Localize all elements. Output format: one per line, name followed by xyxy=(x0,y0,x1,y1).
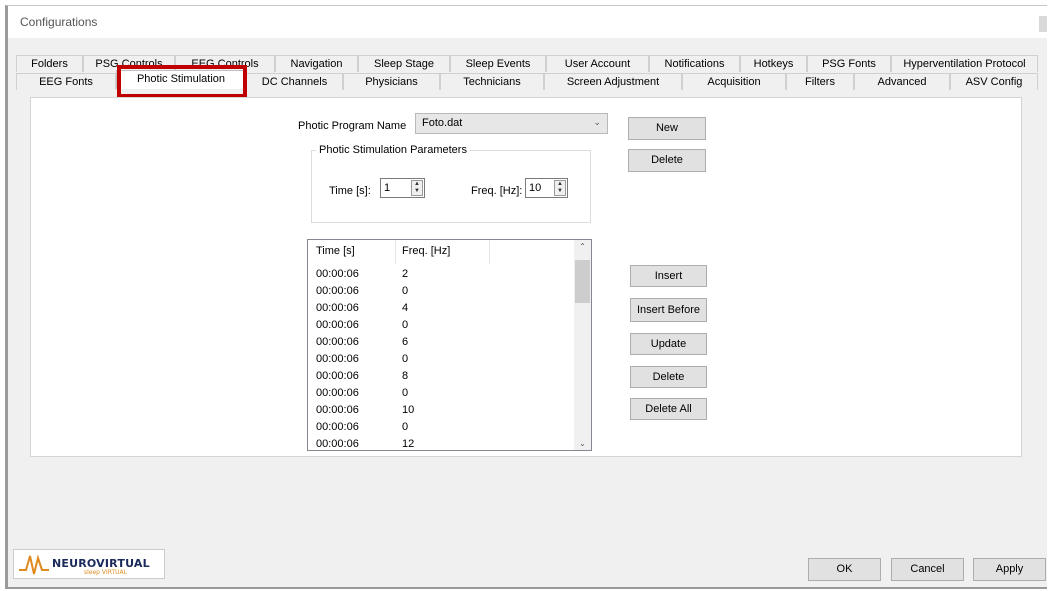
row-time: 00:00:06 xyxy=(316,336,359,348)
photic-steps-list[interactable]: Time [s] Freq. [Hz] 00:00:06 2 00:00:06 0 … xyxy=(307,239,592,451)
tab-physicians[interactable]: Physicians xyxy=(343,73,440,90)
chevron-down-icon: ⌄ xyxy=(593,117,601,127)
row-time: 00:00:06 xyxy=(316,268,359,280)
row-freq: 8 xyxy=(402,370,409,382)
spinner-arrows-icon[interactable]: ▲ ▼ xyxy=(554,180,566,196)
column-header-time[interactable]: Time [s] xyxy=(316,245,355,257)
tab-notifications[interactable]: Notifications xyxy=(649,55,740,72)
freq-label: Freq. [Hz]: xyxy=(471,185,523,197)
tab-filters[interactable]: Filters xyxy=(786,73,854,90)
cancel-button[interactable]: Cancel xyxy=(891,558,964,581)
freq-spinner[interactable]: 10 ▲ ▼ xyxy=(525,178,568,198)
tab-asv-config[interactable]: ASV Config xyxy=(950,73,1038,90)
row-freq: 0 xyxy=(402,387,409,399)
tab-navigation[interactable]: Navigation xyxy=(275,55,358,72)
spinner-arrows-icon[interactable]: ▲ ▼ xyxy=(411,180,423,196)
row-time: 00:00:06 xyxy=(316,387,359,399)
program-name-value: Foto.dat xyxy=(422,117,463,129)
chevron-up-icon[interactable]: ⌃ xyxy=(574,242,591,251)
new-button[interactable]: New xyxy=(628,117,706,140)
neurovirtual-logo: NEUROVIRTUAL sleep VIRTUAL xyxy=(13,549,165,579)
logo-subtitle: sleep VIRTUAL xyxy=(84,569,128,576)
column-divider[interactable] xyxy=(489,240,490,264)
time-spinner[interactable]: 1 ▲ ▼ xyxy=(380,178,425,198)
row-freq: 10 xyxy=(402,404,415,416)
update-button[interactable]: Update xyxy=(630,333,707,355)
row-freq: 12 xyxy=(402,438,415,450)
row-time: 00:00:06 xyxy=(316,285,359,297)
delete-program-button[interactable]: Delete xyxy=(628,149,706,172)
tab-hotkeys[interactable]: Hotkeys xyxy=(740,55,807,72)
tab-user-account[interactable]: User Account xyxy=(546,55,649,72)
row-time: 00:00:06 xyxy=(316,370,359,382)
row-time: 00:00:06 xyxy=(316,302,359,314)
tab-dc-channels[interactable]: DC Channels xyxy=(246,73,343,90)
window-title: Configurations xyxy=(20,15,98,29)
tab-psg-fonts[interactable]: PSG Fonts xyxy=(807,55,891,72)
tab-technicians[interactable]: Technicians xyxy=(440,73,544,90)
active-tab-highlight xyxy=(117,65,247,98)
tab-advanced[interactable]: Advanced xyxy=(854,73,950,90)
delete-all-button[interactable]: Delete All xyxy=(630,398,707,420)
insert-before-button[interactable]: Insert Before xyxy=(630,298,707,322)
photic-parameters-title: Photic Stimulation Parameters xyxy=(316,144,470,156)
close-button[interactable] xyxy=(1039,16,1047,32)
time-value: 1 xyxy=(384,182,391,194)
freq-value: 10 xyxy=(529,182,542,194)
row-time: 00:00:06 xyxy=(316,353,359,365)
row-freq: 0 xyxy=(402,319,409,331)
program-name-label: Photic Program Name xyxy=(298,120,407,132)
column-header-freq[interactable]: Freq. [Hz] xyxy=(402,245,450,257)
time-label: Time [s]: xyxy=(329,185,371,197)
tab-screen-adjustment[interactable]: Screen Adjustment xyxy=(544,73,682,90)
column-divider[interactable] xyxy=(395,240,396,264)
row-freq: 4 xyxy=(402,302,409,314)
tab-acquisition[interactable]: Acquisition xyxy=(682,73,786,90)
row-time: 00:00:06 xyxy=(316,404,359,416)
program-name-select[interactable]: Foto.dat ⌄ xyxy=(415,113,608,134)
chevron-down-icon[interactable]: ⌄ xyxy=(574,439,591,448)
scrollbar-thumb[interactable] xyxy=(575,260,590,303)
row-time: 00:00:06 xyxy=(316,421,359,433)
insert-button[interactable]: Insert xyxy=(630,265,707,287)
delete-row-button[interactable]: Delete xyxy=(630,366,707,388)
title-bar: Configurations xyxy=(8,6,1047,38)
tab-sleep-events[interactable]: Sleep Events xyxy=(450,55,546,72)
row-freq: 0 xyxy=(402,421,409,433)
row-time: 00:00:06 xyxy=(316,438,359,450)
row-freq: 2 xyxy=(402,268,409,280)
tab-hyperventilation-protocol[interactable]: Hyperventilation Protocol xyxy=(891,55,1038,72)
row-freq: 6 xyxy=(402,336,409,348)
row-time: 00:00:06 xyxy=(316,319,359,331)
list-scrollbar[interactable]: ⌃ ⌄ xyxy=(574,240,591,450)
row-freq: 0 xyxy=(402,353,409,365)
tab-folders[interactable]: Folders xyxy=(16,55,83,72)
row-freq: 0 xyxy=(402,285,409,297)
apply-button[interactable]: Apply xyxy=(973,558,1046,581)
logo-wave-icon xyxy=(19,554,49,575)
tab-eeg-fonts[interactable]: EEG Fonts xyxy=(16,73,116,90)
tab-sleep-stage[interactable]: Sleep Stage xyxy=(358,55,450,72)
ok-button[interactable]: OK xyxy=(808,558,881,581)
